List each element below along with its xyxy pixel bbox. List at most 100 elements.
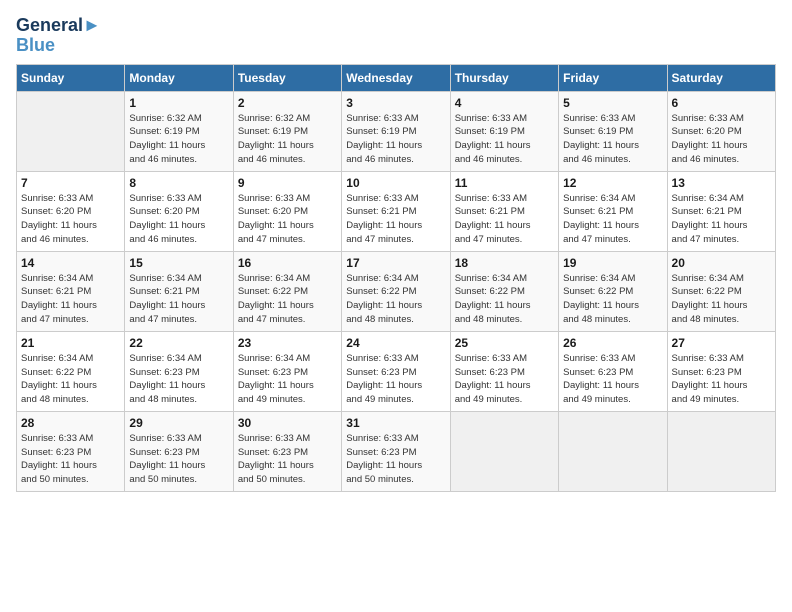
day-number: 26: [563, 336, 662, 350]
calendar-cell: 19 Sunrise: 6:34 AMSunset: 6:22 PMDayligh…: [559, 251, 667, 331]
calendar-cell: 8 Sunrise: 6:33 AMSunset: 6:20 PMDaylight…: [125, 171, 233, 251]
calendar-cell: 26 Sunrise: 6:33 AMSunset: 6:23 PMDayligh…: [559, 331, 667, 411]
day-info: Sunrise: 6:34 AMSunset: 6:23 PMDaylight:…: [238, 352, 337, 407]
day-number: 30: [238, 416, 337, 430]
calendar-cell: 11Sunrise: 6:33 AMSunset: 6:21 PMDayligh…: [450, 171, 558, 251]
day-number: 28: [21, 416, 120, 430]
day-info: Sunrise: 6:33 AMSunset: 6:23 PMDaylight:…: [346, 352, 445, 407]
day-info: Sunrise: 6:33 AMSunset: 6:23 PMDaylight:…: [129, 432, 228, 487]
calendar-cell: 25 Sunrise: 6:33 AMSunset: 6:23 PMDayligh…: [450, 331, 558, 411]
day-info: Sunrise: 6:34 AMSunset: 6:21 PMDaylight:…: [129, 272, 228, 327]
header-saturday: Saturday: [667, 64, 775, 91]
calendar-cell: 27Sunrise: 6:33 AMSunset: 6:23 PMDayligh…: [667, 331, 775, 411]
day-info: Sunrise: 6:33 AMSunset: 6:19 PMDaylight:…: [563, 112, 662, 167]
calendar-cell: 23 Sunrise: 6:34 AMSunset: 6:23 PMDayligh…: [233, 331, 341, 411]
day-info: Sunrise: 6:33 AMSunset: 6:19 PMDaylight:…: [455, 112, 554, 167]
calendar-cell: 28Sunrise: 6:33 AMSunset: 6:23 PMDayligh…: [17, 411, 125, 491]
calendar-cell: 3 Sunrise: 6:33 AMSunset: 6:19 PMDaylight…: [342, 91, 450, 171]
calendar-cell: 30 Sunrise: 6:33 AMSunset: 6:23 PMDayligh…: [233, 411, 341, 491]
calendar-cell: 31 Sunrise: 6:33 AMSunset: 6:23 PMDayligh…: [342, 411, 450, 491]
calendar-table: SundayMondayTuesdayWednesdayThursdayFrid…: [16, 64, 776, 492]
day-number: 2: [238, 96, 337, 110]
calendar-cell: 10 Sunrise: 6:33 AMSunset: 6:21 PMDayligh…: [342, 171, 450, 251]
header-tuesday: Tuesday: [233, 64, 341, 91]
day-number: 20: [672, 256, 771, 270]
calendar-cell: 12Sunrise: 6:34 AMSunset: 6:21 PMDayligh…: [559, 171, 667, 251]
header-sunday: Sunday: [17, 64, 125, 91]
calendar-cell: 17 Sunrise: 6:34 AMSunset: 6:22 PMDayligh…: [342, 251, 450, 331]
day-number: 19: [563, 256, 662, 270]
calendar-cell: 1Sunrise: 6:32 AMSunset: 6:19 PMDaylight…: [125, 91, 233, 171]
day-number: 3: [346, 96, 445, 110]
calendar-cell: 9 Sunrise: 6:33 AMSunset: 6:20 PMDaylight…: [233, 171, 341, 251]
day-info: Sunrise: 6:34 AMSunset: 6:22 PMDaylight:…: [238, 272, 337, 327]
day-number: 17: [346, 256, 445, 270]
calendar-cell: [667, 411, 775, 491]
day-number: 7: [21, 176, 120, 190]
day-number: 16: [238, 256, 337, 270]
day-info: Sunrise: 6:34 AMSunset: 6:23 PMDaylight:…: [129, 352, 228, 407]
day-info: Sunrise: 6:34 AMSunset: 6:22 PMDaylight:…: [455, 272, 554, 327]
calendar-week-row: 1 Sunrise: 6:32 AMSunset: 6:19 PMDaylight…: [17, 91, 776, 171]
day-info: Sunrise: 6:33 AMSunset: 6:23 PMDaylight:…: [346, 432, 445, 487]
header-monday: Monday: [125, 64, 233, 91]
calendar-week-row: 14 Sunrise: 6:34 AMSunset: 6:21 PMDayligh…: [17, 251, 776, 331]
header-thursday: Thursday: [450, 64, 558, 91]
page-header: General► Blue: [16, 16, 776, 56]
day-number: 24: [346, 336, 445, 350]
day-info: Sunrise: 6:33 AMSunset: 6:19 PMDaylight:…: [346, 112, 445, 167]
calendar-cell: 14 Sunrise: 6:34 AMSunset: 6:21 PMDayligh…: [17, 251, 125, 331]
calendar-cell: [450, 411, 558, 491]
day-info: Sunrise: 6:34 AMSunset: 6:21 PMDaylight:…: [21, 272, 120, 327]
day-number: 23: [238, 336, 337, 350]
calendar-week-row: 7 Sunrise: 6:33 AMSunset: 6:20 PMDaylight…: [17, 171, 776, 251]
calendar-week-row: 21Sunrise: 6:34 AMSunset: 6:22 PMDayligh…: [17, 331, 776, 411]
calendar-cell: 4 Sunrise: 6:33 AMSunset: 6:19 PMDaylight…: [450, 91, 558, 171]
day-info: Sunrise: 6:34 AMSunset: 6:22 PMDaylight:…: [21, 352, 120, 407]
day-info: Sunrise: 6:33 AMSunset: 6:20 PMDaylight:…: [672, 112, 771, 167]
calendar-cell: 6 Sunrise: 6:33 AMSunset: 6:20 PMDaylight…: [667, 91, 775, 171]
day-number: 9: [238, 176, 337, 190]
calendar-cell: [17, 91, 125, 171]
day-number: 8: [129, 176, 228, 190]
day-info: Sunrise: 6:32 AMSunset: 6:19 PMDaylight:…: [238, 112, 337, 167]
calendar-cell: 29 Sunrise: 6:33 AMSunset: 6:23 PMDayligh…: [125, 411, 233, 491]
day-number: 1: [129, 96, 228, 110]
calendar-cell: 13 Sunrise: 6:34 AMSunset: 6:21 PMDayligh…: [667, 171, 775, 251]
day-info: Sunrise: 6:33 AMSunset: 6:20 PMDaylight:…: [238, 192, 337, 247]
calendar-header-row: SundayMondayTuesdayWednesdayThursdayFrid…: [17, 64, 776, 91]
calendar-cell: 15 Sunrise: 6:34 AMSunset: 6:21 PMDayligh…: [125, 251, 233, 331]
day-number: 5: [563, 96, 662, 110]
day-info: Sunrise: 6:33 AMSunset: 6:23 PMDaylight:…: [563, 352, 662, 407]
day-info: Sunrise: 6:34 AMSunset: 6:22 PMDaylight:…: [346, 272, 445, 327]
logo-text: General►: [16, 16, 101, 36]
day-number: 15: [129, 256, 228, 270]
day-number: 31: [346, 416, 445, 430]
day-number: 12: [563, 176, 662, 190]
day-number: 18: [455, 256, 554, 270]
calendar-cell: 16 Sunrise: 6:34 AMSunset: 6:22 PMDayligh…: [233, 251, 341, 331]
day-info: Sunrise: 6:33 AMSunset: 6:21 PMDaylight:…: [455, 192, 554, 247]
calendar-cell: 7 Sunrise: 6:33 AMSunset: 6:20 PMDaylight…: [17, 171, 125, 251]
calendar-cell: [559, 411, 667, 491]
day-info: Sunrise: 6:34 AMSunset: 6:21 PMDaylight:…: [672, 192, 771, 247]
day-info: Sunrise: 6:33 AMSunset: 6:23 PMDaylight:…: [238, 432, 337, 487]
day-number: 4: [455, 96, 554, 110]
calendar-week-row: 28 Sunrise: 6:33 AMSunset: 6:23 PMDayligh…: [17, 411, 776, 491]
day-number: 10: [346, 176, 445, 190]
day-number: 29: [129, 416, 228, 430]
logo-subtext: Blue: [16, 36, 101, 56]
day-number: 25: [455, 336, 554, 350]
day-info: Sunrise: 6:33 AMSunset: 6:20 PMDaylight:…: [129, 192, 228, 247]
header-wednesday: Wednesday: [342, 64, 450, 91]
day-info: Sunrise: 6:33 AMSunset: 6:20 PMDaylight:…: [21, 192, 120, 247]
day-info: Sunrise: 6:34 AMSunset: 6:22 PMDaylight:…: [672, 272, 771, 327]
calendar-cell: 2 Sunrise: 6:32 AMSunset: 6:19 PMDaylight…: [233, 91, 341, 171]
logo: General► Blue: [16, 16, 101, 56]
day-info: Sunrise: 6:33 AMSunset: 6:23 PMDaylight:…: [455, 352, 554, 407]
day-info: Sunrise: 6:34 AMSunset: 6:22 PMDaylight:…: [563, 272, 662, 327]
day-number: 13: [672, 176, 771, 190]
day-info: Sunrise: 6:33 AMSunset: 6:21 PMDaylight:…: [346, 192, 445, 247]
day-number: 6: [672, 96, 771, 110]
day-number: 14: [21, 256, 120, 270]
